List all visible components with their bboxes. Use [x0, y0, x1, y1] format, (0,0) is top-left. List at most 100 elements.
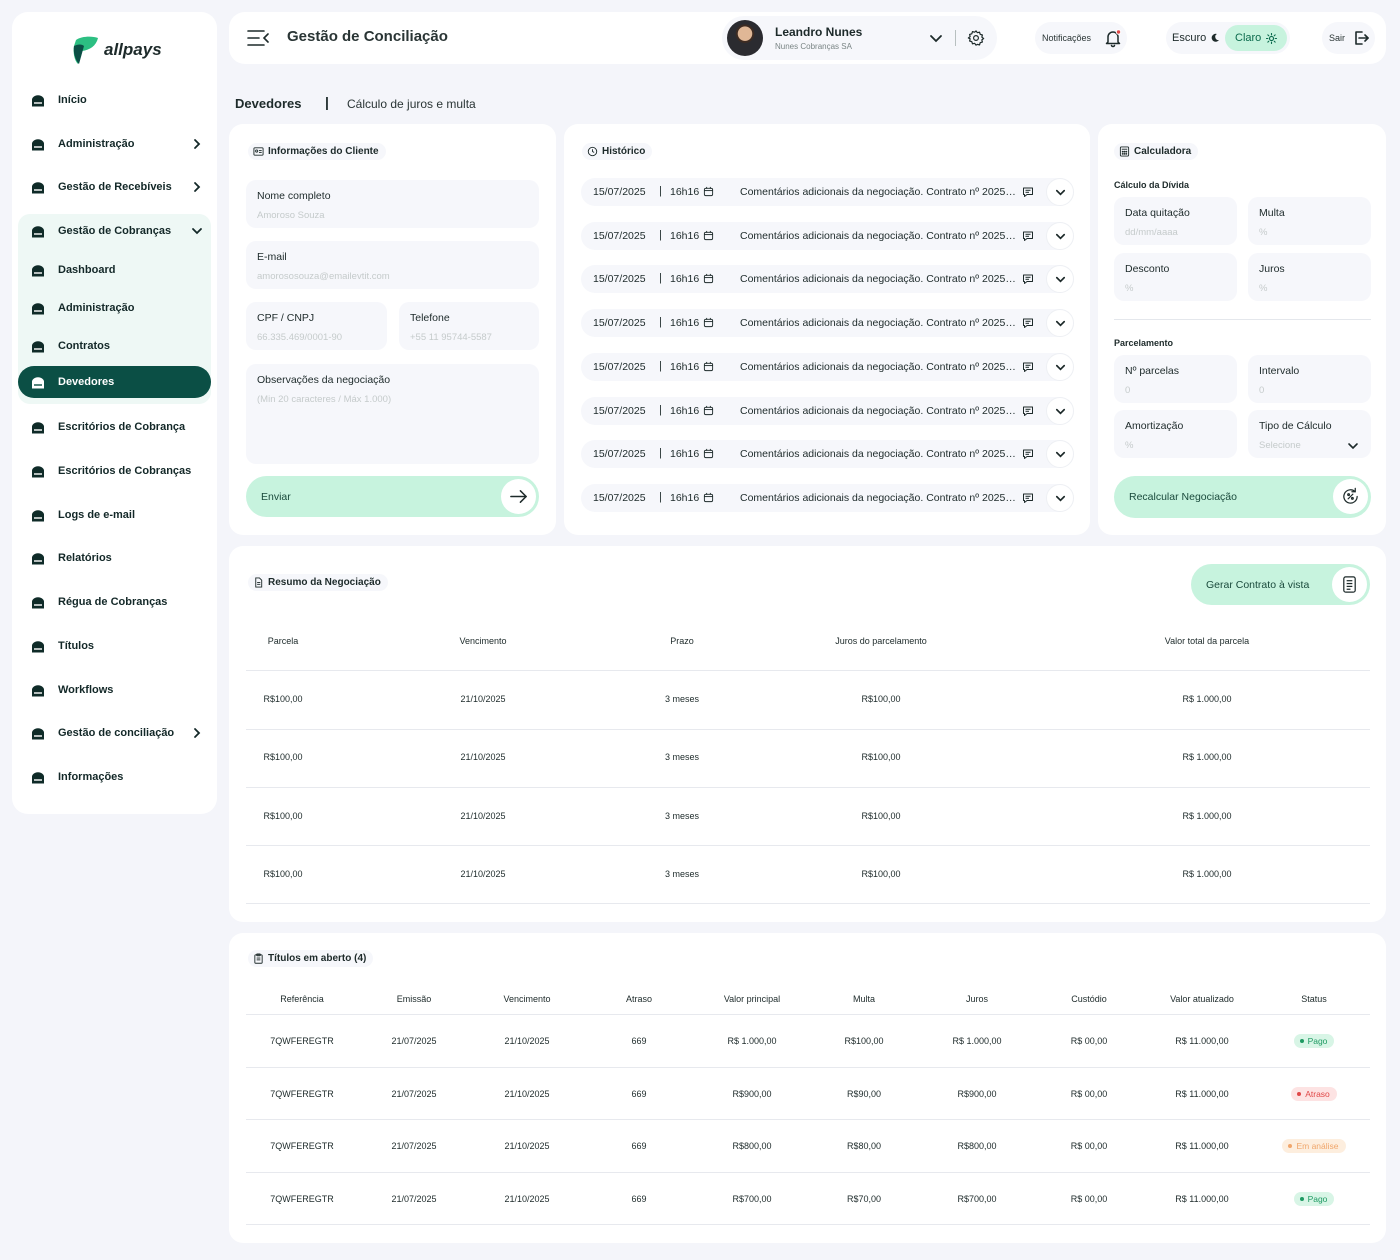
- calc-type-select[interactable]: Tipo de Cálculo Selecione: [1248, 410, 1371, 458]
- breadcrumb-main[interactable]: Devedores: [235, 96, 301, 111]
- sidebar-item-gestao-de-recebiveis[interactable]: Gestão de Recebíveis: [18, 171, 211, 203]
- chat-icon: [1023, 274, 1033, 285]
- expand-button[interactable]: [1046, 440, 1074, 469]
- full-name-field[interactable]: Nome completo Amoroso Souza: [246, 180, 539, 228]
- sidebar-item-escritorios-de-cobranca[interactable]: Escritórios de Cobrança: [18, 411, 211, 443]
- sidebar-item-label: Dashboard: [58, 264, 116, 276]
- sidebar-item-inicio[interactable]: Início: [18, 84, 211, 116]
- client-info-title-label: Informações do Cliente: [268, 146, 379, 157]
- interest-field[interactable]: Juros %: [1248, 253, 1371, 301]
- history-time: 16h16: [670, 229, 700, 242]
- theme-light-option[interactable]: Claro: [1225, 25, 1288, 51]
- amortization-field[interactable]: Amortização %: [1114, 410, 1237, 458]
- titles-cell: R$ 11.000,00: [1175, 1088, 1229, 1099]
- user-menu[interactable]: Leandro Nunes Nunes Cobranças SA: [722, 16, 997, 60]
- titles-cell: 21/07/2025: [391, 1088, 437, 1099]
- history-row[interactable]: 15/07/2025 | 16h16 Comentários adicionais d…: [581, 178, 1074, 206]
- history-date: 15/07/2025: [593, 229, 646, 242]
- calendar-icon: [703, 274, 714, 284]
- interval-placeholder: 0: [1259, 385, 1265, 396]
- sidebar-item-workflows[interactable]: Workflows: [18, 674, 211, 706]
- summary-title-label: Resumo da Negociação: [268, 577, 381, 588]
- sidebar-item-administracao[interactable]: Administração: [18, 128, 211, 160]
- send-label: Enviar: [261, 491, 291, 503]
- chevron-down-icon[interactable]: [929, 31, 943, 45]
- theme-toggle[interactable]: Escuro Claro: [1166, 22, 1290, 54]
- sidebar-item-logs-de-e-mail[interactable]: Logs de e-mail: [18, 499, 211, 531]
- sidebar-item-dashboard[interactable]: Dashboard: [18, 254, 211, 286]
- chevron-down-icon[interactable]: [191, 225, 203, 237]
- sidebar-item-administracao[interactable]: Administração: [18, 292, 211, 324]
- sidebar-item-devedores[interactable]: Devedores: [18, 366, 211, 398]
- cpf-cnpj-field[interactable]: CPF / CNPJ 66.335.469/0001-90: [246, 302, 387, 350]
- expand-button[interactable]: [1046, 221, 1074, 250]
- history-row[interactable]: 15/07/2025 | 16h16 Comentários adicionais d…: [581, 309, 1074, 338]
- summary-cell: R$100,00: [263, 810, 303, 821]
- expand-button[interactable]: [1046, 352, 1074, 381]
- home-icon: [32, 421, 44, 433]
- history-row[interactable]: 15/07/2025 | 16h16 Comentários adicionais d…: [581, 483, 1074, 512]
- bell-icon: [1105, 29, 1122, 48]
- allpays-logo[interactable]: allpays: [70, 34, 162, 66]
- notifications-button[interactable]: Notificações: [1035, 22, 1127, 54]
- installments-field[interactable]: Nº parcelas 0: [1114, 355, 1237, 403]
- summary-cell: 21/10/2025: [460, 752, 506, 763]
- phone-field[interactable]: Telefone +55 11 95744-5587: [399, 302, 539, 350]
- chevron-right-icon[interactable]: [191, 181, 203, 193]
- chevron-right-icon[interactable]: [191, 727, 203, 739]
- generate-contract-button[interactable]: Gerar Contrato à vista: [1191, 564, 1370, 605]
- sidebar-item-titulos[interactable]: Títulos: [18, 630, 211, 662]
- titles-cell: 669: [631, 1088, 647, 1099]
- gear-icon[interactable]: [967, 29, 985, 47]
- theme-dark-option[interactable]: Escuro: [1172, 32, 1220, 44]
- chevron-right-icon[interactable]: [191, 138, 203, 150]
- discount-field[interactable]: Desconto %: [1114, 253, 1237, 301]
- expand-button[interactable]: [1046, 178, 1074, 206]
- status-dot: [1288, 1144, 1293, 1148]
- history-row[interactable]: 15/07/2025 | 16h16 Comentários adicionais d…: [581, 396, 1074, 425]
- calculator-divider: [1114, 319, 1371, 320]
- cpf-cnpj-label: CPF / CNPJ: [257, 312, 315, 324]
- sidebar: allpays Início Administração Gestão de Rec…: [12, 12, 217, 814]
- titles-cell: R$80,00: [846, 1141, 882, 1151]
- chat-icon: [1023, 318, 1033, 329]
- interval-field[interactable]: Intervalo 0: [1248, 355, 1371, 403]
- sidebar-item-gestao-de-cobrancas[interactable]: Gestão de Cobranças: [18, 215, 211, 247]
- negotiation-notes-field[interactable]: Observações da negociação (Min 20 caract…: [246, 364, 539, 464]
- sidebar-item-gestao-de-conciliacao[interactable]: Gestão de conciliação: [18, 717, 211, 749]
- fine-field[interactable]: Multa %: [1248, 197, 1371, 245]
- expand-button[interactable]: [1046, 483, 1074, 512]
- history-row[interactable]: 15/07/2025 | 16h16 Comentários adicionais d…: [581, 221, 1074, 250]
- recalculate-button[interactable]: Recalcular Negociação: [1114, 476, 1371, 518]
- sidebar-item-informacoes[interactable]: Informações: [18, 761, 211, 793]
- history-time: 16h16: [670, 317, 700, 330]
- titles-row-divider: [246, 1172, 1370, 1173]
- expand-button[interactable]: [1046, 309, 1074, 338]
- settlement-date-field[interactable]: Data quitação dd/mm/aaaa: [1114, 197, 1237, 245]
- settlement-date-label: Data quitação: [1125, 207, 1190, 219]
- history-row[interactable]: 15/07/2025 | 16h16 Comentários adicionais d…: [581, 265, 1074, 294]
- expand-button[interactable]: [1046, 265, 1074, 294]
- sidebar-item-contratos[interactable]: Contratos: [18, 330, 211, 362]
- expand-button[interactable]: [1046, 396, 1074, 425]
- sidebar-item-escritorios-de-cobrancas[interactable]: Escritórios de Cobranças: [18, 455, 211, 487]
- status-cell: Atraso: [1259, 1086, 1369, 1101]
- summary-cell: R$ 1.000,00: [1182, 752, 1232, 763]
- logout-button[interactable]: Sair: [1322, 22, 1375, 54]
- history-row[interactable]: 15/07/2025 | 16h16 Comentários adicionais d…: [581, 440, 1074, 469]
- email-field[interactable]: E-mail amorososouza@emailevtit.com: [246, 241, 539, 289]
- sidebar-item-regua-de-cobrancas[interactable]: Régua de Cobranças: [18, 586, 211, 618]
- clipboard-icon: [254, 953, 263, 964]
- sidebar-item-relatorios[interactable]: Relatórios: [18, 542, 211, 574]
- history-separator: |: [659, 185, 662, 197]
- menu-collapse-icon[interactable]: [247, 29, 269, 47]
- phone-placeholder: +55 11 95744-5587: [410, 332, 492, 343]
- send-button[interactable]: Enviar: [246, 476, 539, 517]
- notifications-label: Notificações: [1042, 33, 1092, 43]
- user-menu-divider: [955, 30, 956, 46]
- clock-icon: [587, 146, 598, 157]
- status-cell: Pago: [1259, 1034, 1369, 1048]
- history-row[interactable]: 15/07/2025 | 16h16 Comentários adicionais d…: [581, 352, 1074, 381]
- calc-type-label: Tipo de Cálculo: [1259, 420, 1332, 432]
- sidebar-item-label: Contratos: [58, 340, 110, 352]
